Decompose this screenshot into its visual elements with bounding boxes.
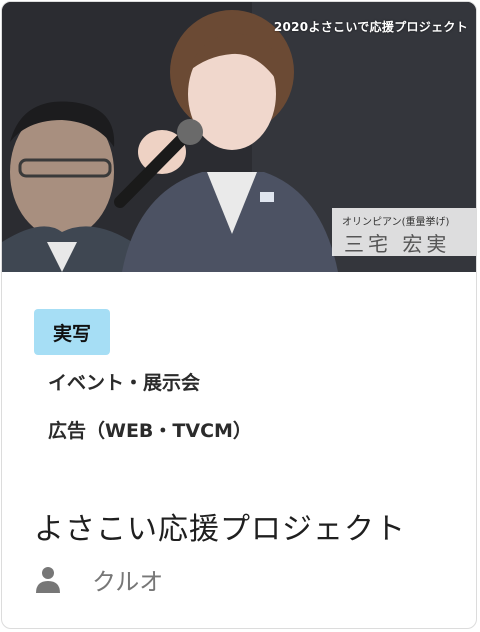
category-badge[interactable]: 実写 [34,309,110,355]
author-row[interactable]: クルオ [34,564,164,596]
tag-item[interactable]: 広告（WEB・TVCM） [48,416,252,443]
tag-item[interactable]: イベント・展示会 [48,368,200,395]
person-icon [36,567,60,593]
card-body: 実写 イベント・展示会 広告（WEB・TVCM） よさこい応援プロジェクト クル… [2,272,476,628]
author-name: クルオ [92,567,164,596]
video-overlay-title: 2020よさこいで応援プロジェクト [273,20,468,34]
project-card[interactable]: 2020よさこいで応援プロジェクト オリンピアン(重量挙げ) 三宅 宏実 実写 … [1,1,477,629]
thumbnail-image[interactable]: 2020よさこいで応援プロジェクト オリンピアン(重量挙げ) 三宅 宏実 [2,2,476,272]
name-plate: オリンピアン(重量挙げ) 三宅 宏実 [332,208,476,256]
project-title[interactable]: よさこい応援プロジェクト [34,504,406,548]
name-plate-role: オリンピアン(重量挙げ) [342,217,450,228]
name-plate-name: 三宅 宏実 [344,232,451,256]
